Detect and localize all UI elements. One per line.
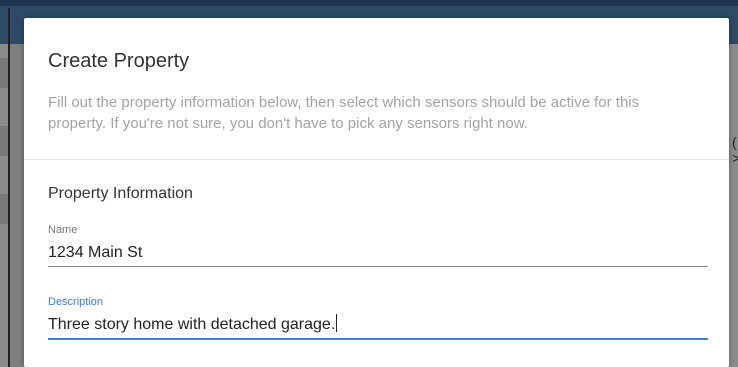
background-window-border	[8, 8, 10, 367]
name-field-label: Name	[48, 224, 78, 236]
name-input-value: 1234 Main St	[48, 244, 143, 261]
description-input-value: Three story home with detached garage.	[48, 316, 336, 333]
name-input[interactable]: 1234 Main St	[48, 242, 708, 267]
dialog-divider	[24, 159, 729, 160]
background-right-glyph: (	[732, 134, 737, 150]
background-right-panel	[728, 44, 738, 367]
name-field: Name 1234 Main St	[48, 224, 708, 267]
dialog-title: Create Property	[48, 50, 190, 72]
text-caret	[336, 314, 338, 332]
background-right-glyph: >	[732, 150, 738, 166]
dialog-subtitle: Fill out the property information below,…	[48, 94, 640, 132]
section-title-property-information: Property Information	[48, 185, 193, 202]
create-property-dialog: Create Property Fill out the property in…	[24, 18, 729, 367]
description-field-label: Description	[48, 296, 104, 308]
description-input[interactable]: Three story home with detached garage.	[48, 314, 708, 340]
background-app-bar-edge	[0, 0, 738, 6]
description-field: Description Three story home with detach…	[48, 296, 708, 340]
